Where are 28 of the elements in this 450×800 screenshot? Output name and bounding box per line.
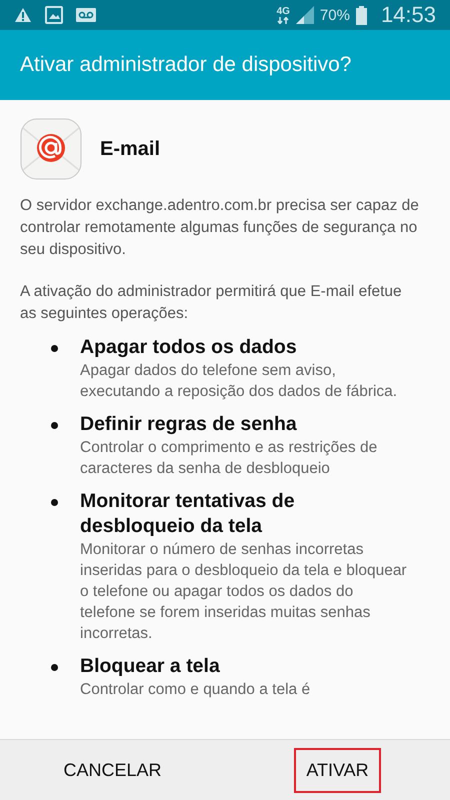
policy-title: Definir regras de senha xyxy=(80,412,298,437)
policy-description: Monitorar o número de senhas incorretas inseridas para o desbloqueio da tela e bloquear o telefone ou apagar todos os dados do telefone se forem inseridas muitas senhas incorretas. xyxy=(80,540,408,644)
voicemail-icon xyxy=(76,8,96,22)
bullet-icon xyxy=(51,664,58,671)
network-type: 4G xyxy=(276,6,290,16)
bullet-icon xyxy=(51,422,58,429)
cancel-button[interactable]: CANCELAR xyxy=(51,748,174,792)
policy-title: Apagar todos os dados xyxy=(80,335,298,360)
description-text: A ativação do administrador permitirá que E-mail efetue as seguintes operações: xyxy=(20,282,403,324)
data-arrows-icon xyxy=(277,16,290,24)
policy-title: Monitorar tentativas de desbloqueio da tela xyxy=(80,489,296,539)
image-icon xyxy=(45,6,63,24)
policy-description: Controlar como e quando a tela é xyxy=(80,680,312,700)
policy-description: Apagar dados do telefone sem aviso, executando a reposição dos dados de fábrica. xyxy=(80,361,398,402)
policy-description: Controlar o comprimento e as restrições de caracteres da senha de desbloqueio xyxy=(80,438,378,479)
description-text: O servidor exchange.adentro.com.br precisa ser capaz de controlar remotamente algumas funções de segurança no seu dispositivo. xyxy=(20,196,420,260)
activate-button[interactable]: ATIVAR xyxy=(294,748,381,792)
policy-title: Bloquear a tela xyxy=(80,654,221,679)
clock: 14:53 xyxy=(380,2,436,28)
bullet-icon xyxy=(51,345,58,352)
signal-icon xyxy=(296,6,314,24)
battery-percentage: 70% xyxy=(320,6,350,24)
warning-icon xyxy=(14,7,32,23)
email-app-icon xyxy=(20,118,82,180)
dialog-title: Ativar administrador de dispositivo? xyxy=(20,53,352,77)
app-name: E-mail xyxy=(100,138,160,160)
battery-icon xyxy=(356,6,367,24)
bullet-icon xyxy=(51,499,58,506)
